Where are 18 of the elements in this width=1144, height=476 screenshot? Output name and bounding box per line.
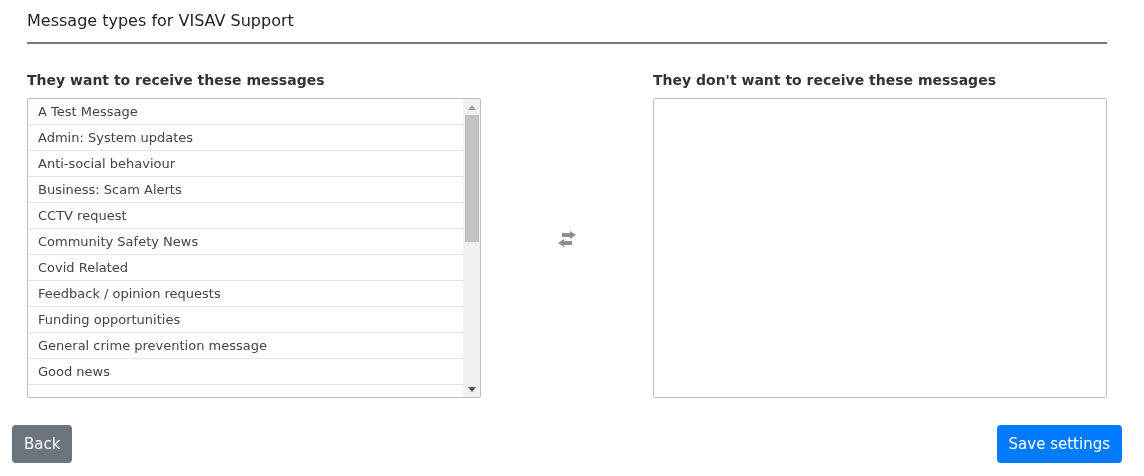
list-item[interactable]: CCTV request: [28, 203, 463, 229]
swap-arrows-icon[interactable]: [556, 231, 578, 247]
list-item[interactable]: A Test Message: [28, 99, 463, 125]
list-item[interactable]: Community Safety News: [28, 229, 463, 255]
list-item[interactable]: Admin: System updates: [28, 125, 463, 151]
list-item[interactable]: Good news: [28, 359, 463, 385]
list-item[interactable]: Anti-social behaviour: [28, 151, 463, 177]
page-title: Message types for VISAV Support: [27, 10, 294, 32]
back-button[interactable]: Back: [12, 425, 73, 463]
list-item[interactable]: Business: Scam Alerts: [28, 177, 463, 203]
list-item[interactable]: General crime prevention message: [28, 333, 463, 359]
list-item[interactable]: Feedback / opinion requests: [28, 281, 463, 307]
list-item[interactable]: Funding opportunities: [28, 307, 463, 333]
list-heading: They want to receive these messages: [27, 72, 326, 88]
save-button[interactable]: Save settings: [996, 425, 1122, 463]
scrollbar[interactable]: [463, 99, 480, 397]
list-heading: They don't want to receive these messages: [653, 72, 997, 88]
list-item[interactable]: Covid Related: [28, 255, 463, 281]
